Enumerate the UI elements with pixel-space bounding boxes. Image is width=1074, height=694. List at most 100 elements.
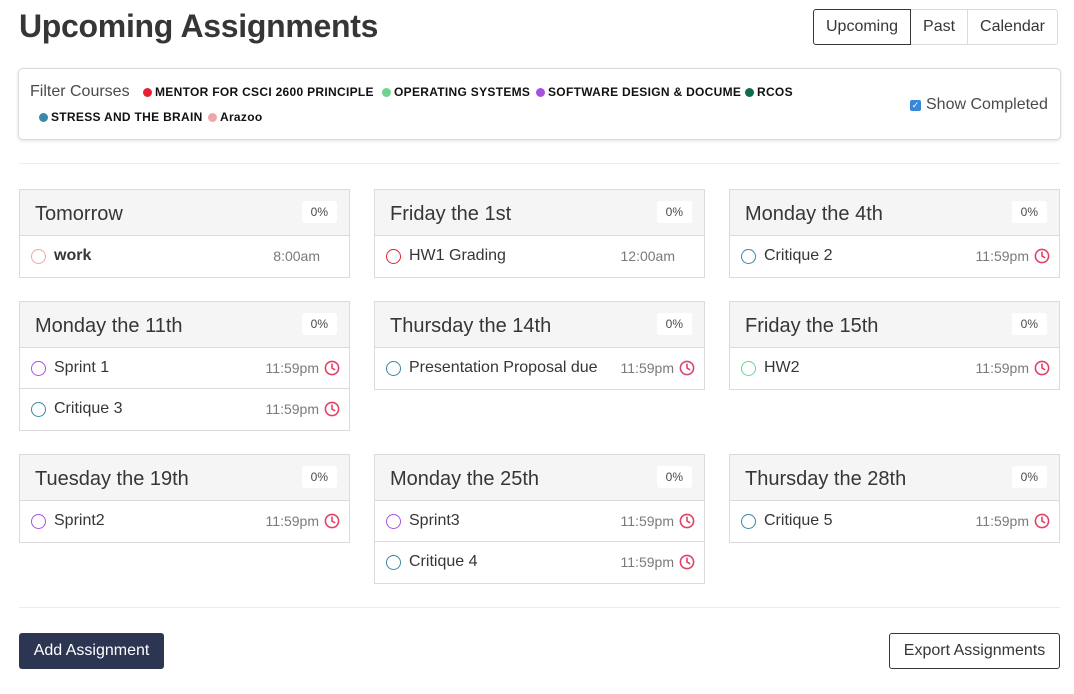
assignment-row[interactable]: Critique 2 11:59pm (730, 236, 1059, 277)
course-name: SOFTWARE DESIGN & DOCUME (548, 85, 742, 99)
day-header: Monday the 4th 0% (730, 190, 1059, 236)
day-card: Monday the 4th 0% Critique 2 11:59pm (729, 189, 1060, 278)
course-name: STRESS AND THE BRAIN (51, 110, 203, 124)
tab-past[interactable]: Past (911, 9, 969, 45)
assignment-name: Sprint3 (409, 512, 460, 529)
tab-calendar[interactable]: Calendar (968, 9, 1058, 45)
assignment-due-time: 11:59pm (265, 360, 319, 376)
assignment-name: Sprint 1 (54, 359, 110, 376)
assignment-due-time: 12:00am (620, 248, 675, 264)
completion-circle-icon[interactable] (386, 249, 401, 264)
clock-icon (679, 513, 695, 529)
completion-circle-icon[interactable] (31, 514, 46, 529)
tab-upcoming[interactable]: Upcoming (813, 9, 912, 45)
filter-label: Filter Courses (30, 83, 130, 100)
show-completed-toggle[interactable]: ✓ Show Completed (910, 96, 1048, 114)
day-header: Monday the 25th 0% (375, 455, 704, 501)
completion-circle-icon[interactable] (31, 361, 46, 376)
assignment-name: Sprint2 (54, 512, 105, 529)
day-title: Thursday the 28th (745, 468, 907, 490)
assignment-due-time: 11:59pm (620, 554, 674, 570)
assignment-row[interactable]: Sprint 1 11:59pm (20, 348, 349, 389)
assignment-due-time: 11:59pm (975, 248, 1029, 264)
day-progress-badge: 0% (656, 466, 692, 488)
assignment-name: Critique 4 (409, 553, 478, 570)
export-assignments-button[interactable]: Export Assignments (889, 633, 1060, 669)
assignment-row[interactable]: HW1 Grading 12:00am (375, 236, 704, 277)
course-color-dot (208, 112, 217, 122)
assignment-due-time: 11:59pm (620, 513, 674, 529)
assignment-name: HW2 (764, 359, 800, 376)
completion-circle-icon[interactable] (741, 361, 756, 376)
assignment-name: Critique 5 (764, 512, 833, 529)
course-filter-5[interactable]: Arazoo (208, 110, 262, 124)
assignment-name: work (54, 247, 92, 264)
day-title: Monday the 25th (390, 468, 539, 490)
assignment-row[interactable]: HW2 11:59pm (730, 348, 1059, 389)
day-header: Friday the 15th 0% (730, 302, 1059, 348)
course-filter-0[interactable]: MENTOR FOR CSCI 2600 PRINCIPLE (143, 85, 374, 99)
day-title: Friday the 15th (745, 315, 879, 337)
completion-circle-icon[interactable] (741, 514, 756, 529)
assignment-due-time: 11:59pm (620, 360, 674, 376)
day-card: Friday the 15th 0% HW2 11:59pm (729, 301, 1060, 390)
assignment-row[interactable]: Critique 3 11:59pm (20, 389, 349, 430)
day-header: Monday the 11th 0% (20, 302, 349, 348)
clock-icon (679, 554, 695, 570)
day-progress-badge: 0% (656, 313, 692, 335)
clock-icon (324, 360, 340, 376)
course-filter-2[interactable]: SOFTWARE DESIGN & DOCUME (536, 85, 741, 99)
clock-icon (324, 401, 340, 417)
course-filter-3[interactable]: RCOS (745, 85, 793, 99)
day-title: Thursday the 14th (390, 315, 552, 337)
completion-circle-icon[interactable] (31, 402, 46, 417)
day-progress-badge: 0% (1011, 313, 1047, 335)
assignment-row[interactable]: Critique 5 11:59pm (730, 501, 1059, 542)
day-progress-badge: 0% (301, 466, 337, 488)
assignment-name: Critique 3 (54, 400, 123, 417)
course-color-dot (382, 87, 391, 97)
clock-icon (1034, 360, 1050, 376)
day-card: Thursday the 14th 0% Presentation Proposal… (374, 301, 705, 390)
day-title: Tomorrow (35, 203, 123, 225)
show-completed-checkbox[interactable]: ✓ (910, 99, 921, 111)
day-title: Tuesday the 19th (35, 468, 189, 490)
course-color-dot (143, 87, 152, 97)
assignment-row[interactable]: Presentation Proposal due 11:59pm (375, 348, 704, 389)
show-completed-label: Show Completed (926, 96, 1048, 113)
assignment-name: HW1 Grading (409, 247, 506, 264)
course-filter-4[interactable]: STRESS AND THE BRAIN (39, 110, 203, 124)
course-color-dot (39, 112, 48, 122)
add-assignment-button[interactable]: Add Assignment (19, 633, 164, 669)
day-progress-badge: 0% (301, 313, 337, 335)
assignment-name: Presentation Proposal due (409, 359, 598, 376)
day-progress-badge: 0% (301, 201, 337, 223)
completion-circle-icon[interactable] (386, 555, 401, 570)
day-card: Monday the 11th 0% Sprint 1 11:59pm Critique… (19, 301, 350, 431)
completion-circle-icon[interactable] (741, 249, 756, 264)
day-header: Tomorrow 0% (20, 190, 349, 236)
completion-circle-icon[interactable] (386, 361, 401, 376)
day-card: Tomorrow 0% work 8:00am (19, 189, 350, 278)
day-progress-badge: 0% (656, 201, 692, 223)
course-color-dot (745, 87, 754, 97)
clock-icon (679, 360, 695, 376)
day-progress-badge: 0% (1011, 466, 1047, 488)
assignment-row[interactable]: Sprint3 11:59pm (375, 501, 704, 542)
clock-icon (1034, 513, 1050, 529)
day-title: Monday the 4th (745, 203, 883, 225)
assignment-due-time: 8:00am (273, 248, 320, 264)
day-header: Thursday the 28th 0% (730, 455, 1059, 501)
assignment-row[interactable]: work 8:00am (20, 236, 349, 277)
completion-circle-icon[interactable] (31, 249, 46, 264)
clock-icon (1034, 248, 1050, 264)
assignment-due-time: 11:59pm (975, 360, 1029, 376)
assignment-row[interactable]: Critique 4 11:59pm (375, 542, 704, 583)
day-card: Monday the 25th 0% Sprint3 11:59pm Critique … (374, 454, 705, 584)
course-color-dot (536, 87, 545, 97)
page-title: Upcoming Assignments (19, 8, 379, 44)
assignment-due-time: 11:59pm (265, 401, 319, 417)
assignment-row[interactable]: Sprint2 11:59pm (20, 501, 349, 542)
course-filter-1[interactable]: OPERATING SYSTEMS (382, 85, 530, 99)
completion-circle-icon[interactable] (386, 514, 401, 529)
